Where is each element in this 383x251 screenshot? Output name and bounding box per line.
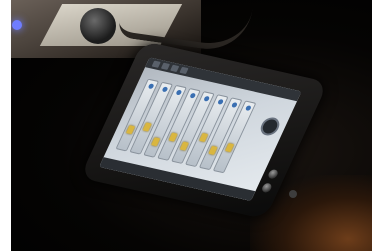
fader-cap	[199, 132, 209, 143]
pan-knob-icon	[161, 86, 169, 93]
dark-cap	[289, 190, 297, 198]
tab-button	[151, 60, 161, 68]
fader-cap	[179, 141, 189, 151]
pan-knob-icon	[203, 95, 211, 102]
tab-button	[160, 62, 171, 70]
fader-cap	[168, 132, 178, 142]
tab-button	[170, 64, 180, 73]
pan-knob-icon	[189, 92, 197, 99]
photo-scene	[0, 0, 383, 251]
pan-knob-icon	[175, 89, 183, 96]
side-button	[260, 182, 273, 194]
fader-cap	[142, 122, 152, 132]
side-button	[266, 168, 280, 180]
fader-cap	[208, 145, 218, 155]
fader-cap	[225, 143, 235, 153]
fader-cap	[151, 137, 161, 147]
device-screen	[99, 57, 302, 201]
tab-button	[179, 66, 189, 75]
pan-knob-icon	[217, 98, 225, 105]
blue-led-light	[12, 20, 22, 30]
round-meter	[257, 115, 283, 138]
screen-bottom-bar	[99, 157, 256, 201]
pan-knob-icon	[231, 102, 238, 108]
rotary-knob	[80, 8, 116, 44]
pan-knob-icon	[244, 105, 252, 112]
pan-knob-icon	[147, 83, 155, 90]
fader-cap	[125, 125, 136, 135]
